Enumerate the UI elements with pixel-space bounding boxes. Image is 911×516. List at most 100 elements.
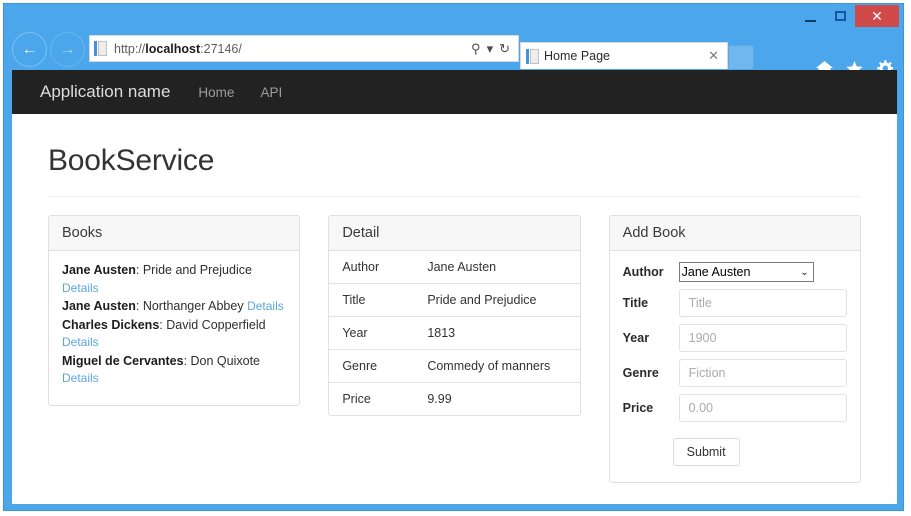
book-author: Miguel de Cervantes [62,353,184,368]
detail-panel-title: Detail [342,225,380,241]
new-tab-button[interactable] [728,45,754,69]
submit-button[interactable]: Submit [672,438,740,466]
table-row: Author Jane Austen [329,251,579,284]
book-separator: : [183,353,191,368]
book-author: Jane Austen [62,299,136,313]
list-item: Miguel de Cervantes: Don Quixote Details [62,353,286,388]
author-label: Author [622,265,664,279]
browser-titlebar: ✕ [4,4,903,29]
maximize-button[interactable] [825,5,855,27]
year-input[interactable]: 1900 [678,324,847,352]
book-details-link[interactable]: Details [62,281,99,295]
minimize-icon [804,20,816,22]
author-select[interactable]: Jane Austen ⌄ [678,262,814,282]
book-author: Charles Dickens [62,317,160,332]
address-bar-tools: ⚲ ▾ ↻ [469,41,518,57]
nav-link-api[interactable]: API [260,85,282,100]
forward-arrow-icon: → [59,40,76,58]
window-controls: ✕ [795,5,899,27]
price-field-row: Price 0.00 [623,394,847,422]
books-panel-title: Books [62,225,103,241]
chevron-down-icon: ⌄ [800,266,809,278]
add-book-panel-body: Author Jane Austen ⌄ Title Title Year 19… [610,251,860,482]
price-input[interactable]: 0.00 [678,394,847,422]
detail-label: Year [342,326,368,340]
detail-label: Genre [342,359,378,373]
table-row: Year 1813 [329,316,580,350]
book-separator: : [135,263,143,277]
detail-panel: Detail Author Jane Austen Title Pride an… [328,215,581,416]
browser-navigation-bar: ← → http://localhost:27146/ ⚲ ▾ ↻ Home P… [4,29,903,77]
book-title: David Copperfield [166,317,266,332]
book-title: Northanger Abbey [142,299,244,313]
browser-tab-home-page[interactable]: Home Page ✕ [520,42,728,69]
detail-value: Commedy of manners [427,359,551,373]
title-input[interactable]: Title [678,289,847,317]
book-details-link[interactable]: Details [247,299,284,313]
close-window-button[interactable]: ✕ [855,5,899,27]
book-details-link[interactable]: Details [62,335,99,349]
author-select-value: Jane Austen [681,265,751,279]
browser-window: ✕ ← → http://localhost:27146/ ⚲ ▾ ↻ Home… [3,3,904,511]
page-title: BookService [48,144,215,177]
detail-label: Title [342,293,366,307]
navbar-brand[interactable]: Application name [40,82,170,102]
close-icon: ✕ [871,8,883,24]
page-favicon-icon [94,41,114,56]
title-divider [48,196,861,197]
detail-table: Author Jane Austen Title Pride and Preju… [329,251,580,416]
list-item: Jane Austen: Pride and Prejudice Details [62,262,286,297]
list-item: Jane Austen: Northanger Abbey Details [62,298,286,316]
minimize-button[interactable] [795,5,825,27]
url-suffix: :27146/ [200,41,242,56]
address-bar[interactable]: http://localhost:27146/ ⚲ ▾ ↻ [89,35,519,62]
book-separator: : [135,299,143,313]
site-navbar: Application name Home API [12,70,897,114]
add-book-panel-title: Add Book [622,225,686,241]
book-details-link[interactable]: Details [62,371,99,385]
genre-field-row: Genre Fiction [623,359,847,387]
books-panel: Books Jane Austen: Pride and Prejudice D… [48,215,301,406]
tab-strip: Home Page ✕ [520,35,754,69]
detail-column: Detail Author Jane Austen Title Pride an… [328,215,581,416]
year-label: Year [622,331,650,345]
tab-close-icon[interactable]: ✕ [704,48,723,64]
back-arrow-icon: ← [21,40,38,58]
title-label: Title [622,296,649,310]
url-prefix: http:// [114,41,146,56]
add-book-panel: Add Book Author Jane Austen ⌄ Title Titl… [608,215,861,483]
navigation-arrows: ← → [12,32,85,67]
books-panel-body: Jane Austen: Pride and Prejudice Details… [49,251,299,405]
list-item: Charles Dickens: David Copperfield Detai… [62,317,286,352]
book-title: Don Quixote [190,353,261,368]
detail-panel-heading: Detail [329,216,580,251]
genre-label: Genre [622,366,659,380]
detail-label: Price [342,392,371,406]
back-button[interactable]: ← [12,32,47,67]
table-row: Title Pride and Prejudice [329,283,580,317]
search-icon[interactable]: ⚲ [469,41,483,57]
book-author: Jane Austen [62,263,136,277]
title-field-row: Title Title [623,289,847,317]
add-book-panel-heading: Add Book [609,216,860,251]
detail-value: 1813 [427,326,456,340]
author-field-row: Author Jane Austen ⌄ [623,262,847,282]
nav-link-home[interactable]: Home [198,85,234,100]
address-bar-url: http://localhost:27146/ [114,42,469,56]
book-title: Pride and Prejudice [142,263,252,277]
tab-title: Home Page [544,49,611,63]
page-viewport: Application name Home API BookService Bo… [12,70,897,504]
tab-favicon-icon [526,48,544,64]
genre-input[interactable]: Fiction [678,359,847,387]
year-field-row: Year 1900 [623,324,847,352]
refresh-icon[interactable]: ↻ [497,41,512,57]
detail-label: Author [342,260,380,274]
table-row: Price 9.99 [329,382,580,416]
url-host: localhost [145,41,201,56]
books-panel-heading: Books [49,216,300,251]
detail-value: Jane Austen [427,260,497,274]
add-book-column: Add Book Author Jane Austen ⌄ Title Titl… [608,215,861,483]
detail-value: Pride and Prejudice [427,293,537,307]
forward-button[interactable]: → [50,32,85,67]
chevron-down-icon[interactable]: ▾ [485,41,496,57]
